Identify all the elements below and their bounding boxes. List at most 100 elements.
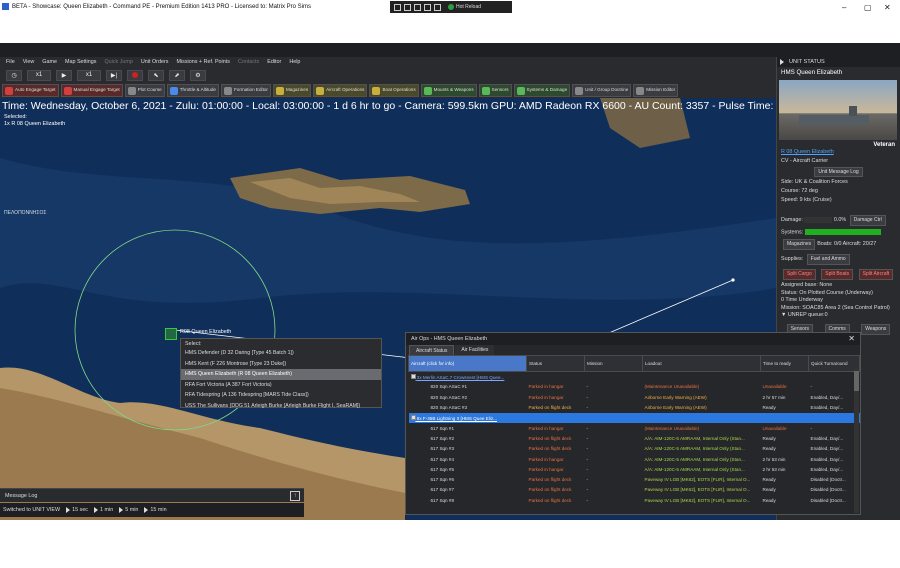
settings-icon[interactable] [434,3,441,11]
carrier-group-icon[interactable] [165,328,177,340]
scroll-thumb[interactable] [854,371,859,391]
context-item-uss-the-sullivans[interactable]: USS The Sullivans (DDG 51 Arleigh Burke … [181,401,381,412]
mounts-weapons-button[interactable]: Mounts & Weapons [420,84,477,97]
aircraft-row[interactable]: 617 Sqn #8 Parked on flight deck - Paveway … [409,495,860,505]
unit-class-link[interactable]: R 08 Queen Elizabeth [777,148,900,157]
supplies-select[interactable]: Fuel and Ammo [806,254,850,266]
menu-editor[interactable]: Editor [267,59,281,65]
aircraft-row[interactable]: 617 Sqn #7 Parked on flight deck - Paveway … [409,485,860,495]
menu-contacts[interactable]: Contacts [238,59,259,65]
doctrine-button[interactable]: Unit / Group Doctrine [572,84,632,97]
aircraft-group-row[interactable]: 8x F-35B Lightning II [HMS Quee Eliz... [408,412,860,423]
cell-loadout[interactable]: A/A: AIM-120C-5 AMRAAM, Internal Only (S… [643,433,761,443]
systems-damage-button[interactable]: Systems & Damage [513,84,571,97]
aircraft-row[interactable]: 617 Sqn #4 Parked in hangar - A/A: AIM-120C… [409,454,860,464]
col-aircraft[interactable]: Aircraft (click for info) [408,355,527,372]
col-quick-turnaround[interactable]: Quick Turnaround [808,355,860,372]
col-loadout[interactable]: Loadout [642,355,761,372]
cell-loadout[interactable]: A/A: AIM-120C-5 AMRAAM, Internal Only (S… [643,444,761,454]
aircraft-row[interactable]: 617 Sqn #2 Parked on flight deck - A/A: AIM… [409,433,860,443]
aircraft-row[interactable]: 617 Sqn #6 Parked on flight deck - Paveway … [409,474,860,484]
cell-loadout[interactable] [643,372,761,382]
expand-icon[interactable]: ↑ [290,491,300,501]
aircraft-row[interactable]: 820 Sqn ASaC #3 Parked on flight deck - Air… [409,402,860,412]
record-button[interactable] [127,69,143,81]
play-button[interactable]: ▶ [56,69,72,81]
cell-loadout[interactable]: (Maintenance Unavailable) [643,423,761,433]
menu-quick-jump[interactable]: Quick Jump [104,59,132,65]
compression-selector[interactable]: x1 [77,69,101,81]
menu-game[interactable]: Game [42,59,57,65]
context-item-hms-queen-elizabeth[interactable]: HMS Queen Elizabeth (R 08 Queen Elizabet… [181,369,381,380]
cell-loadout[interactable]: (Maintenance Unavailable) [643,382,761,392]
gear-icon[interactable]: ⚙ [190,69,206,81]
split-cargo-button[interactable]: Split Cargo [783,269,816,281]
pointer-icon[interactable]: ⬈ [169,69,185,81]
screenshot-icon[interactable] [394,3,401,11]
col-status[interactable]: Status [526,355,585,372]
cell-loadout[interactable]: Paveway IV LGB [MK62], EOTS [FLIR], Inte… [643,495,761,505]
clock-icon[interactable]: ◷ [6,69,22,81]
cell-loadout[interactable]: Paveway IV LGB [MK62], EOTS [FLIR], Inte… [643,485,761,495]
expand-checkbox[interactable] [410,414,416,420]
split-aircraft-button[interactable]: Split Aircraft [858,269,894,281]
formation-editor-button[interactable]: Formation Editor [220,84,271,97]
unit-message-log-button[interactable]: Unit Message Log [814,167,863,177]
step-15-sec[interactable]: 15 sec [66,507,88,513]
step-button[interactable]: ▶| [106,69,122,81]
menu-map-settings[interactable]: Map Settings [65,59,96,65]
boat-operations-button[interactable]: Boat Operations [369,84,419,97]
context-item-rfa-fort-victoria[interactable]: RFA Fort Victoria (A 387 Fort Victoria) [181,380,381,391]
cell-loadout[interactable]: A/A: AIM-120C-5 AMRAAM, Internal Only (S… [643,464,761,474]
mission-editor-button[interactable]: Mission Editor [633,84,679,97]
col-time-to-ready[interactable]: Time to ready [760,355,809,372]
menu-unit-orders[interactable]: Unit Orders [141,59,169,65]
window-icon[interactable] [414,3,421,11]
message-log-bar[interactable]: Message Log ↑ [0,488,304,502]
auto-engage-button[interactable]: Auto Engage Target [2,84,59,97]
unit-status-header[interactable]: UNIT STATUS [777,57,900,67]
aircraft-operations-button[interactable]: Aircraft Operations [313,84,368,97]
hot-reload-button[interactable]: Hot Reload [448,4,481,10]
menu-missions[interactable]: Missions + Ref. Points [176,59,229,65]
menu-view[interactable]: View [23,59,35,65]
grid-icon[interactable] [424,3,431,11]
context-item-hms-kent[interactable]: HMS Kent (F 226 Montrose [Type 23 Duke]) [181,359,381,370]
aircraft-row[interactable]: 820 Sqn ASaC #1 Parked in hangar - (Mainten… [409,382,860,392]
expand-checkbox[interactable] [410,373,416,379]
plot-course-button[interactable]: Plot Course [124,84,165,97]
cell-loadout[interactable] [642,412,761,423]
throttle-altitude-button[interactable]: Throttle & Altitude [166,84,219,97]
table-scrollbar[interactable] [854,367,859,513]
sensors-button[interactable]: Sensors [478,84,512,97]
cell-loadout[interactable]: Airborne Early Warning (AEW) [643,402,761,412]
menu-file[interactable]: File [6,59,15,65]
maximize-button[interactable]: ▢ [864,3,872,12]
menu-help[interactable]: Help [289,59,300,65]
tab-air-facilities[interactable]: Air Facilities [455,345,495,355]
aircraft-group-row[interactable]: 3x Merlin ASaC.7 Crowsnest [HMS Quee... [409,372,860,382]
manual-engage-button[interactable]: Manual Engage Target [60,84,123,97]
step-5-min[interactable]: 5 min [119,507,138,513]
cell-loadout[interactable]: Airborne Early Warning (AEW) [643,392,761,402]
group-name[interactable]: 3x Merlin ASaC.7 Crowsnest [HMS Quee... [417,375,505,380]
tab-weapons[interactable]: Weapons [861,323,891,335]
step-15-min[interactable]: 15 min [144,507,167,513]
split-boats-button[interactable]: Split Boats [821,269,854,281]
aircraft-row[interactable]: 820 Sqn ASaC #2 Parked in hangar - Airborne… [409,392,860,402]
magazines-button[interactable]: Magazines [783,239,816,251]
group-name[interactable]: 8x F-35B Lightning II [HMS Quee Eliz... [417,416,497,421]
cell-loadout[interactable]: A/A: AIM-120C-5 AMRAAM, Internal Only (S… [643,454,761,464]
step-1-min[interactable]: 1 min [94,507,113,513]
collapse-arrow-icon[interactable] [780,59,784,65]
aircraft-row[interactable]: 617 Sqn #3 Parked on flight deck - A/A: AIM… [409,444,860,454]
context-item-rfa-tidespring[interactable]: RFA Tidespring (A 136 Tidespring [MARS T… [181,390,381,401]
magazines-button[interactable]: Magazines [272,84,312,97]
close-icon[interactable]: ✕ [848,334,855,343]
close-button[interactable]: ✕ [884,3,891,12]
col-mission[interactable]: Mission [584,355,643,372]
minimize-button[interactable]: – [842,3,846,12]
aircraft-row[interactable]: 617 Sqn #1 Parked in hangar - (Maintenance … [409,423,860,433]
aircraft-row[interactable]: 617 Sqn #5 Parked in hangar - A/A: AIM-120C… [409,464,860,474]
speed-selector[interactable]: x1 [27,69,51,81]
